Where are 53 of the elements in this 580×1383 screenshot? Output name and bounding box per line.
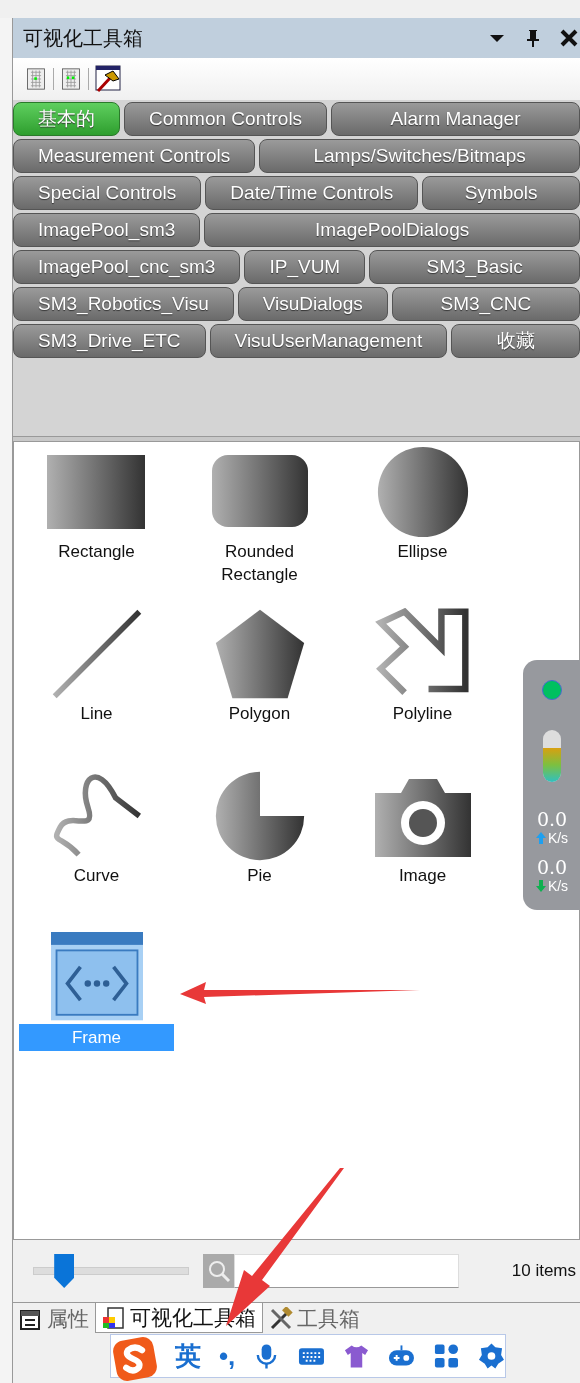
toolbox-item[interactable]: Pie [182, 862, 337, 889]
properties-icon [19, 1307, 43, 1331]
up-arrow-icon [535, 832, 546, 844]
category-tab[interactable]: Date/Time Controls [205, 176, 419, 210]
toolbox-item[interactable]: Curve [19, 862, 174, 889]
apps-grid-icon[interactable] [433, 1342, 460, 1370]
category-tab[interactable]: SM3_CNC [391, 287, 580, 321]
category-tab[interactable]: 基本的 [13, 102, 120, 136]
grid-document-icon[interactable] [60, 68, 82, 90]
upload-unit: K/s [547, 830, 569, 846]
category-tab[interactable]: ImagePool_cnc_sm3 [13, 250, 241, 284]
upload-speed: 0.0 [536, 808, 568, 830]
settings-icon[interactable] [478, 1342, 505, 1370]
zoom-slider[interactable] [33, 1253, 189, 1289]
category-tab[interactable]: VisuUserManagement [209, 324, 448, 358]
grid-document-icon[interactable] [25, 68, 47, 90]
item-count: 10 items [511, 1261, 576, 1281]
category-tab[interactable]: IP_VUM [244, 250, 366, 284]
category-tab[interactable]: 收藏 [451, 324, 580, 358]
category-tab[interactable]: Common Controls [124, 102, 328, 136]
panel-title: 可视化工具箱 [23, 25, 144, 51]
tools-icon [269, 1307, 293, 1331]
status-dot [542, 680, 562, 700]
toolbox-item[interactable]: Image [345, 862, 500, 889]
document-icon [102, 1305, 126, 1330]
close-icon[interactable] [558, 27, 580, 49]
toolbox-item[interactable]: Rectangle [19, 538, 174, 565]
toolbox-item[interactable]: Rounded Rectangle [182, 538, 337, 588]
toolbox-item[interactable]: Line [19, 700, 174, 727]
search-field[interactable] [234, 1254, 459, 1288]
toolbox-item[interactable]: Ellipse [345, 538, 500, 565]
down-arrow-icon [535, 880, 546, 892]
category-tab[interactable]: SM3_Drive_ETC [13, 324, 206, 358]
category-tab[interactable]: SM3_Robotics_Visu [13, 287, 234, 321]
category-tab[interactable]: VisuDialogs [237, 287, 388, 321]
slider-thumb[interactable] [54, 1254, 75, 1288]
toolbox-item[interactable]: Frame [19, 1024, 174, 1051]
category-tab[interactable]: Alarm Manager [331, 102, 580, 136]
download-speed: 0.0 [536, 856, 568, 878]
download-unit: K/s [547, 878, 569, 894]
hammer-icon[interactable] [95, 65, 121, 93]
input-mode-toggle[interactable]: 英 [175, 1338, 201, 1374]
category-tab[interactable]: Lamps/Switches/Bitmaps [259, 139, 580, 173]
category-tab[interactable]: Special Controls [13, 176, 202, 210]
sogou-logo-icon[interactable] [112, 1336, 158, 1382]
category-tab[interactable]: Measurement Controls [13, 139, 256, 173]
category-tab[interactable]: ImagePoolDialogs [204, 213, 580, 247]
toolbox-item[interactable]: Polygon [182, 700, 337, 727]
category-tab[interactable]: Symbols [422, 176, 580, 210]
toolbox-item[interactable]: Polyline [345, 700, 500, 727]
punctuation-toggle[interactable]: •, [219, 1340, 236, 1372]
category-tab[interactable]: SM3_Basic [369, 250, 580, 284]
category-tab[interactable]: ImagePool_sm3 [13, 213, 201, 247]
